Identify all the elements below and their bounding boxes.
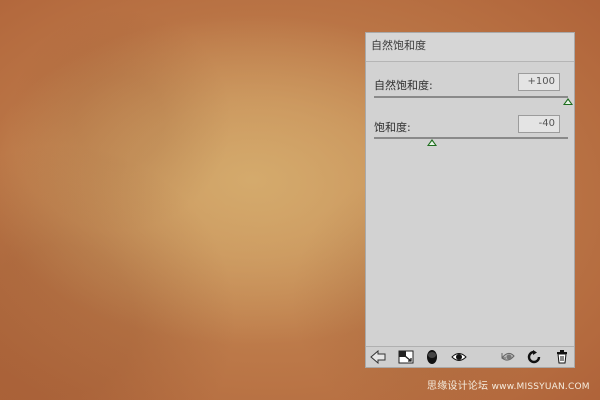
saturation-slider-thumb[interactable]	[427, 139, 438, 146]
trash-icon[interactable]	[554, 349, 570, 365]
expand-view-icon[interactable]	[398, 349, 414, 365]
adjustments-panel: 自然饱和度 自然饱和度: +100 饱和度: -40	[365, 32, 575, 368]
panel-toolbar	[366, 346, 574, 367]
vibrance-value-field[interactable]: +100	[518, 73, 560, 91]
saturation-value-field[interactable]: -40	[518, 115, 560, 133]
reset-icon[interactable]	[526, 349, 542, 365]
panel-title: 自然饱和度	[366, 33, 574, 62]
previous-state-icon[interactable]	[500, 349, 516, 365]
watermark-cn: 思缘设计论坛	[427, 381, 489, 392]
vibrance-label: 自然饱和度:	[374, 79, 433, 92]
vibrance-slider-thumb[interactable]	[563, 98, 573, 105]
saturation-slider-track[interactable]	[374, 137, 568, 139]
vibrance-row: 自然饱和度: +100	[374, 73, 573, 113]
eye-visibility-icon[interactable]	[451, 349, 467, 365]
watermark-en: www.MISSYUAN.COM	[491, 382, 590, 392]
clip-layer-icon[interactable]	[424, 349, 440, 365]
saturation-label: 饱和度:	[374, 121, 411, 134]
back-arrow-icon[interactable]	[370, 349, 386, 365]
saturation-row: 饱和度: -40	[374, 115, 568, 155]
vibrance-slider-track[interactable]	[374, 96, 568, 98]
watermark: 思缘设计论坛 www.MISSYUAN.COM	[427, 377, 590, 392]
